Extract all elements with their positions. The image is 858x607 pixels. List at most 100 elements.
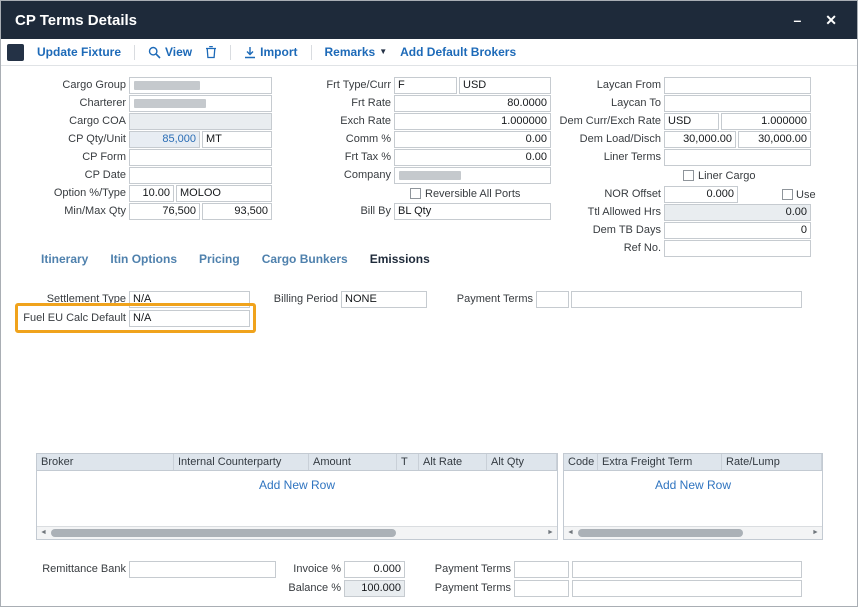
nor-offset-use-checkbox[interactable]	[782, 189, 793, 200]
minimize-button[interactable]: –	[793, 1, 801, 39]
bill-by-input[interactable]: BL Qty	[394, 203, 551, 220]
cp-unit-input[interactable]: MT	[202, 131, 272, 148]
dem-curr-exch-rate-label: Dem Curr/Exch Rate	[544, 113, 661, 130]
balance-pct-label: Balance %	[269, 580, 341, 597]
toolbar-separator	[134, 45, 135, 60]
cp-date-label: CP Date	[9, 167, 126, 184]
exch-rate-input[interactable]: 1.000000	[394, 113, 551, 130]
payment-terms-code-input[interactable]	[536, 291, 569, 308]
frt-curr-input[interactable]: USD	[459, 77, 551, 94]
cp-qty-input[interactable]: 85,000	[129, 131, 200, 148]
charterer-input[interactable]	[129, 95, 272, 112]
payment-terms-label: Payment Terms	[451, 291, 533, 308]
company-input[interactable]	[394, 167, 551, 184]
view-label: View	[165, 45, 192, 59]
scroll-right-icon[interactable]: ►	[809, 527, 822, 539]
min-max-qty-label: Min/Max Qty	[9, 203, 126, 220]
invoice-pct-input[interactable]: 0.000	[344, 561, 405, 578]
window-title: CP Terms Details	[15, 12, 137, 29]
ref-no-label: Ref No.	[544, 240, 661, 257]
dem-tb-days-input[interactable]: 0	[664, 222, 811, 239]
liner-cargo-label: Liner Cargo	[698, 170, 755, 183]
frt-tax-pct-label: Frt Tax %	[289, 149, 391, 166]
laycan-from-input[interactable]	[664, 77, 811, 94]
delete-button[interactable]	[205, 45, 217, 59]
add-default-brokers-button[interactable]: Add Default Brokers	[400, 45, 516, 59]
update-fixture-button[interactable]: Update Fixture	[37, 45, 121, 59]
liner-cargo-checkbox[interactable]	[683, 170, 694, 181]
dem-load-input[interactable]: 30,000.00	[664, 131, 736, 148]
dem-tb-days-label: Dem TB Days	[544, 222, 661, 239]
scroll-right-icon[interactable]: ►	[544, 527, 557, 539]
bill-by-label: Bill By	[289, 203, 391, 220]
broker-scroll-thumb[interactable]	[51, 529, 396, 537]
tab-pricing[interactable]: Pricing	[199, 252, 240, 266]
cp-date-input[interactable]	[129, 167, 272, 184]
footer-payment-terms-desc-input-2[interactable]	[572, 580, 802, 597]
extra-freight-add-new-row-link[interactable]: Add New Row	[564, 478, 822, 492]
footer-payment-terms-desc-input-1[interactable]	[572, 561, 802, 578]
import-icon	[244, 46, 256, 59]
ref-no-input[interactable]	[664, 240, 811, 257]
fuel-eu-calc-default-label: Fuel EU Calc Default	[9, 310, 126, 327]
cp-form-input[interactable]	[129, 149, 272, 166]
billing-period-label: Billing Period	[256, 291, 338, 308]
internal-counterparty-column-header: Internal Counterparty	[174, 454, 309, 470]
charterer-label: Charterer	[9, 95, 126, 112]
amount-column-header: Amount	[309, 454, 397, 470]
cargo-coa-label: Cargo COA	[9, 113, 126, 130]
cp-form-label: CP Form	[9, 149, 126, 166]
remittance-bank-input[interactable]	[129, 561, 276, 578]
fuel-eu-calc-default-input[interactable]: N/A	[129, 310, 250, 327]
nor-offset-input[interactable]: 0.000	[664, 186, 738, 203]
exch-rate-label: Exch Rate	[289, 113, 391, 130]
view-button[interactable]: View	[148, 45, 192, 59]
dem-exch-rate-input[interactable]: 1.000000	[721, 113, 811, 130]
extra-freight-grid-hscrollbar[interactable]: ◄ ►	[564, 526, 822, 539]
footer-payment-terms-code-input-2[interactable]	[514, 580, 569, 597]
frt-tax-pct-input[interactable]: 0.00	[394, 149, 551, 166]
dem-disch-input[interactable]: 30,000.00	[738, 131, 811, 148]
extra-freight-scroll-thumb[interactable]	[578, 529, 743, 537]
tab-cargo-bunkers[interactable]: Cargo Bunkers	[262, 252, 348, 266]
settlement-type-input[interactable]: N/A	[129, 291, 250, 308]
import-button[interactable]: Import	[244, 45, 297, 59]
option-pct-input[interactable]: 10.00	[129, 185, 174, 202]
close-button[interactable]: ✕	[825, 1, 837, 39]
footer-payment-terms-code-input-1[interactable]	[514, 561, 569, 578]
frt-type-curr-label: Frt Type/Curr	[289, 77, 391, 94]
scroll-left-icon[interactable]: ◄	[37, 527, 50, 539]
toolbar-separator	[311, 45, 312, 60]
cargo-coa-input	[129, 113, 272, 130]
remittance-bank-label: Remittance Bank	[9, 561, 126, 578]
broker-add-new-row-link[interactable]: Add New Row	[37, 478, 557, 492]
tab-bar: Itinerary Itin Options Pricing Cargo Bun…	[41, 252, 430, 266]
min-qty-input[interactable]: 76,500	[129, 203, 200, 220]
liner-terms-input[interactable]	[664, 149, 811, 166]
comm-pct-input[interactable]: 0.00	[394, 131, 551, 148]
laycan-to-label: Laycan To	[544, 95, 661, 112]
tab-itin-options[interactable]: Itin Options	[110, 252, 177, 266]
laycan-to-input[interactable]	[664, 95, 811, 112]
reversible-all-ports-checkbox[interactable]	[410, 188, 421, 199]
nor-offset-label: NOR Offset	[544, 186, 661, 203]
dem-curr-input[interactable]: USD	[664, 113, 719, 130]
comm-pct-label: Comm %	[289, 131, 391, 148]
payment-terms-desc-input[interactable]	[571, 291, 802, 308]
footer-payment-terms-label-2: Payment Terms	[429, 580, 511, 597]
cargo-group-label: Cargo Group	[9, 77, 126, 94]
frt-rate-input[interactable]: 80.0000	[394, 95, 551, 112]
liner-terms-label: Liner Terms	[544, 149, 661, 166]
laycan-from-label: Laycan From	[544, 77, 661, 94]
remarks-button[interactable]: Remarks ▼	[325, 45, 388, 59]
option-type-input[interactable]: MOLOO	[176, 185, 272, 202]
cp-qty-unit-label: CP Qty/Unit	[9, 131, 126, 148]
tab-emissions[interactable]: Emissions	[370, 252, 430, 266]
cargo-group-input[interactable]	[129, 77, 272, 94]
frt-type-input[interactable]: F	[394, 77, 457, 94]
billing-period-input[interactable]: NONE	[341, 291, 427, 308]
tab-itinerary[interactable]: Itinerary	[41, 252, 88, 266]
broker-grid-hscrollbar[interactable]: ◄ ►	[37, 526, 557, 539]
max-qty-input[interactable]: 93,500	[202, 203, 272, 220]
scroll-left-icon[interactable]: ◄	[564, 527, 577, 539]
